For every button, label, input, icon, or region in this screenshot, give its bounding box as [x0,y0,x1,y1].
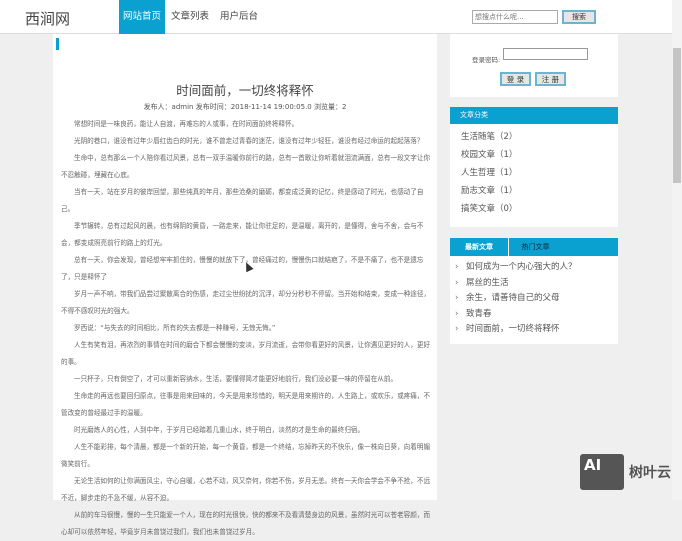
login-box: 登录密码: 登 录 注 册 [450,34,618,97]
password-input[interactable] [503,48,588,60]
article-paragraph: 一只杯子，只有倒空了，才可以重新容纳水，生活，要懂得简才能更好地前行，我们没必要… [74,375,398,383]
watermark-text: 树叶云 [629,465,671,481]
article-paragraph: 岁月一声不响，带我们品尝过聚散离合的伤感，走过尘世纷扰的沉浮，却分分秒秒不停留。… [61,290,431,315]
category-item[interactable]: 搞笑文章（0） [450,200,618,218]
article-title: 时间面前，一切终将释怀 [176,83,314,98]
nav-article-list[interactable]: 文章列表 [167,0,213,34]
accent-bar [56,38,59,50]
recent-article-item[interactable]: › 如何成为一个内心强大的人？ [450,260,618,276]
article-paragraph: 常想时间是一味良药，能让人自渡，再难忘的人或事，在时间面前终将释怀。 [74,120,299,128]
site-logo[interactable]: 西涧网 [25,8,70,29]
scrollbar-thumb[interactable] [673,48,681,183]
article-paragraph: 从前的车马很慢，慢的一生只能爱一个人，现在的时光很快，快的都来不及看清楚身边的风… [61,511,431,536]
category-item[interactable]: 人生哲理（1） [450,164,618,182]
chevron-right-icon: › [455,277,459,288]
article-paragraph: 时光磨炼人的心性，人到中年，于岁月已经踏着几重山水，终于明白，淡然的才是生命的最… [74,426,365,434]
top-header: 西涧网 网站首页 文章列表 用户后台 搜索 [0,0,672,34]
article-paragraph: 人生有笑有泪，再浓烈的事情在时间的磨合下都会慢慢的变淡，岁月流逝，会带你看更好的… [61,341,431,366]
search-button[interactable]: 搜索 [562,10,596,24]
category-item[interactable]: 校园文章（1） [450,146,618,164]
category-box: 文章分类 生活随笔（2） 校园文章（1） 人生哲理（1） 励志文章（1） 搞笑文章（0） [450,107,618,227]
tab-popular[interactable]: 热门文章 [509,238,562,256]
recent-article-title: 屌丝的生活 [466,277,509,288]
article-meta: 发布人：admin 发布时间：2018-11-14 19:00:05.0 浏览量… [143,103,347,111]
nav-home[interactable]: 网站首页 [119,0,166,34]
article-paragraph: 当有一天，站在岁月的彼岸回望，那些纯真的年月，那些沧桑的磨砺，都变成泛黄的记忆，… [61,188,424,213]
category-title: 文章分类 [450,107,618,124]
category-item[interactable]: 生活随笔（2） [450,128,618,146]
nav-user-admin[interactable]: 用户后台 [216,0,262,34]
chevron-right-icon: › [455,262,459,272]
tab-latest[interactable]: 最新文章 [450,238,509,256]
password-label: 登录密码: [472,56,501,64]
chevron-right-icon: › [455,324,459,334]
category-item[interactable]: 励志文章（1） [450,182,618,200]
chevron-right-icon: › [455,308,459,319]
recent-article-title: 如何成为一个内心强大的人？ [466,262,577,272]
recent-article-item[interactable]: › 时间面前，一切终将释怀 [450,322,618,338]
article-paragraph: 生命中，总有那么一个人陪你看过风景，总有一双手温暖你前行的路，总有一首歌让你听着… [61,154,431,179]
search-input[interactable] [472,10,558,24]
register-button[interactable]: 注 册 [535,72,566,86]
article-paragraph: 人生不能彩排，每个清晨，都是一个新的开始，每一个黄昏，都是一个终结，忘掉昨天的不… [61,443,431,468]
recent-article-item[interactable]: › 余生，请善待自己的父母 [450,291,618,307]
watermark-logo: AI [580,454,624,490]
recent-article-title: 致青春 [466,308,492,319]
article-paragraph: 生命走的再远也要回归原点，往事是用来回味的，今天是用来珍惜的，明天是用来期许的，… [61,392,431,417]
chevron-right-icon: › [455,293,459,303]
login-button[interactable]: 登 录 [500,72,531,86]
article-paragraph: 无论生活如何的让你满面风尘，守心自暖，心若不动，风又奈何，你若不伤，岁月无恙。终… [61,477,431,502]
recent-article-title: 余生，请善待自己的父母 [466,293,560,303]
recent-article-title: 时间面前，一切终将释怀 [466,324,560,334]
recent-article-item[interactable]: › 屌丝的生活 [450,276,618,292]
recent-articles-box: 最新文章 热门文章 › 如何成为一个内心强大的人？ › 屌丝的生活 › 余生，请善待自己的… [450,238,618,344]
article-paragraph: 罗西说：“与失去的时间相比，所有的失去都是一种赚号，无惊无悔。” [74,324,276,332]
article-body: 常想时间是一味良药，能让人自渡，再难忘的人或事，在时间面前终将释怀。光阴的巷口，… [61,116,433,541]
scrollbar[interactable] [672,0,682,500]
watermark: AI 树叶云 [580,454,671,490]
recent-article-item[interactable]: › 致青春 [450,307,618,323]
article-paragraph: 光阴的巷口，谁没有过年少唇红齿白的时光，谁不曾走过青春的迷茫，谁没有过年少轻狂，… [74,137,424,145]
article-paragraph: 季节辗转，总有过起风的晨，也有绵阴的黄昏，一路走来，能让你驻足的，是温暖，离开的… [61,222,424,247]
